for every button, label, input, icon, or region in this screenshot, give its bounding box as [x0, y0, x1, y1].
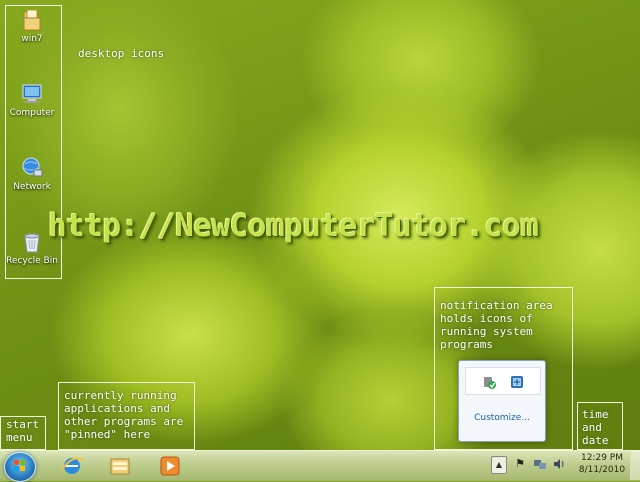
annotation-line: date — [582, 434, 609, 447]
clock-time: 12:29 PM — [581, 453, 623, 463]
network-icon — [20, 156, 44, 180]
volume-icon[interactable] — [552, 457, 566, 471]
notification-overflow-popup: Customize... — [458, 360, 546, 442]
desktop-icon-label: win7 — [21, 34, 43, 44]
pinned-windows-explorer[interactable] — [106, 454, 134, 478]
annotation-line: applications and — [64, 402, 170, 415]
desktop-background: win7 Computer Network Recycle Bin deskto… — [0, 0, 640, 450]
show-hidden-icons-button[interactable]: ▲ — [491, 456, 507, 474]
desktop-icon-label: Recycle Bin — [6, 256, 58, 266]
network-adapter-icon[interactable] — [510, 374, 524, 393]
annotation-line: currently running — [64, 389, 177, 402]
recycle-bin-icon — [20, 230, 44, 254]
annotation-line: notification area — [440, 299, 553, 312]
annotation-line: holds icons of — [440, 312, 533, 325]
annotation-line: menu — [6, 431, 33, 444]
running-apps-annotation: currently running applications and other… — [64, 389, 183, 441]
folder-icon — [20, 8, 44, 32]
pinned-internet-explorer[interactable] — [58, 454, 86, 478]
pinned-media-player[interactable] — [156, 454, 184, 478]
clock-date: 8/11/2010 — [578, 465, 626, 475]
show-desktop-button[interactable] — [630, 450, 640, 480]
website-watermark: http://NewComputerTutor.com — [48, 208, 539, 244]
annotation-line: start — [6, 418, 40, 431]
start-menu-annotation: start menu — [6, 418, 39, 444]
windows-orb-icon — [14, 460, 25, 471]
desktop-icons-annotation: desktop icons — [78, 47, 165, 60]
annotation-line: and — [582, 421, 602, 434]
clock[interactable]: 12:29 PM 8/11/2010 — [576, 452, 628, 476]
desktop-icon-computer[interactable]: Computer — [4, 82, 60, 118]
network-icon[interactable] — [533, 457, 547, 471]
annotation-line: running system — [440, 325, 533, 338]
hidden-icons-panel — [465, 367, 541, 395]
annotation-line: programs — [440, 338, 493, 351]
desktop-icon-win7[interactable]: win7 — [4, 8, 60, 44]
computer-icon — [20, 82, 44, 106]
desktop-icon-label: Computer — [9, 108, 55, 118]
customize-link[interactable]: Customize... — [459, 413, 545, 423]
annotation-line: time — [582, 408, 609, 421]
desktop-icon-network[interactable]: Network — [4, 156, 60, 192]
media-player-icon — [160, 456, 180, 476]
safely-remove-hardware-icon[interactable] — [482, 374, 496, 393]
annotation-line: "pinned" here — [64, 428, 151, 441]
desktop-icon-label: Network — [13, 182, 51, 192]
notification-area-annotation: notification area holds icons of running… — [440, 299, 553, 351]
windows-explorer-icon — [110, 458, 130, 475]
time-date-annotation: time and date — [582, 408, 609, 447]
annotation-line: other programs are — [64, 415, 184, 428]
flag-icon[interactable]: ⚑ — [513, 457, 527, 471]
internet-explorer-icon — [61, 457, 85, 474]
start-button[interactable] — [4, 452, 36, 482]
